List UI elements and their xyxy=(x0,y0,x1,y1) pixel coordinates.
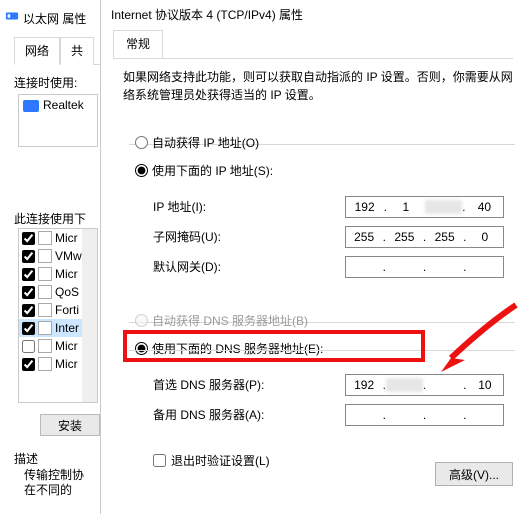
ipv4-properties-dialog: Internet 协议版本 4 (TCP/IPv4) 属性 常规 如果网络支持此… xyxy=(100,0,523,514)
item-checkbox[interactable] xyxy=(22,340,35,353)
gateway-input[interactable]: ... xyxy=(345,256,504,278)
item-checkbox[interactable] xyxy=(22,268,35,281)
item-checkbox[interactable] xyxy=(22,304,35,317)
label-dns2: 备用 DNS 服务器(A): xyxy=(153,406,303,423)
tab-network[interactable]: 网络 xyxy=(14,37,60,65)
scrollbar[interactable] xyxy=(82,229,97,402)
row-mask: 子网掩码(U): xyxy=(153,228,303,245)
radio-use-dns-input[interactable] xyxy=(135,342,148,355)
protocol-icon xyxy=(38,285,52,299)
validate-checkbox[interactable] xyxy=(153,454,166,467)
radio-auto-dns-input xyxy=(135,314,148,327)
radio-auto-dns: 自动获得 DNS 服务器地址(B) xyxy=(135,312,308,329)
protocol-icon xyxy=(38,231,52,245)
nic-icon xyxy=(23,100,39,112)
protocol-icon xyxy=(38,321,52,335)
item-checkbox[interactable] xyxy=(22,250,35,263)
row-ip: IP 地址(I): xyxy=(153,198,303,215)
item-checkbox[interactable] xyxy=(22,358,35,371)
item-checkbox[interactable] xyxy=(22,232,35,245)
radio-use-ip[interactable]: 使用下面的 IP 地址(S): xyxy=(135,162,273,179)
radio-auto-ip-input[interactable] xyxy=(135,136,148,149)
label-gateway: 默认网关(D): xyxy=(153,258,303,275)
dialog-tabs: 常规 xyxy=(113,30,513,59)
alternate-dns-input[interactable]: ... xyxy=(345,404,504,426)
row-dns2: 备用 DNS 服务器(A): xyxy=(153,406,303,423)
item-checkbox[interactable] xyxy=(22,322,35,335)
validate-on-exit[interactable]: 退出时验证设置(L) xyxy=(153,452,270,469)
ethernet-tabs: 网络 共 xyxy=(14,36,104,65)
label-ip: IP 地址(I): xyxy=(153,198,303,215)
adapter-name: Realtek xyxy=(43,98,84,112)
row-gateway: 默认网关(D): xyxy=(153,258,303,275)
row-dns1: 首选 DNS 服务器(P): xyxy=(153,376,303,393)
ip-address-input[interactable]: 192. 1 . 40 xyxy=(345,196,504,218)
label-mask: 子网掩码(U): xyxy=(153,228,303,245)
protocol-icon xyxy=(38,249,52,263)
protocol-icon xyxy=(38,339,52,353)
label-items-used: 此连接使用下 xyxy=(14,210,86,227)
tab-sharing[interactable]: 共 xyxy=(60,37,94,65)
annotation-arrow-icon xyxy=(431,300,521,380)
protocol-list[interactable]: Micr VMw Micr QoS Forti Inter Micr Micr xyxy=(18,228,98,403)
label-dns1: 首选 DNS 服务器(P): xyxy=(153,376,303,393)
intro-text: 如果网络支持此功能，则可以获取自动指派的 IP 设置。否则，你需要从网络系统管理… xyxy=(123,68,513,104)
item-checkbox[interactable] xyxy=(22,286,35,299)
radio-use-ip-input[interactable] xyxy=(135,164,148,177)
redacted xyxy=(386,378,422,392)
groupbox-line xyxy=(129,350,515,351)
dialog-title: Internet 协议版本 4 (TCP/IPv4) 属性 xyxy=(111,6,303,23)
install-button[interactable]: 安装 xyxy=(40,414,100,436)
subnet-mask-input[interactable]: 255. 255. 255. 0 xyxy=(345,226,504,248)
protocol-icon xyxy=(38,303,52,317)
preferred-dns-input[interactable]: 192. . . 10 xyxy=(345,374,504,396)
adapter-box[interactable]: Realtek xyxy=(18,94,98,147)
ethernet-icon xyxy=(5,9,19,23)
radio-use-dns[interactable]: 使用下面的 DNS 服务器地址(E): xyxy=(135,340,323,357)
advanced-button[interactable]: 高级(V)... xyxy=(435,462,513,486)
tab-general[interactable]: 常规 xyxy=(113,30,163,58)
protocol-icon xyxy=(38,357,52,371)
radio-auto-ip[interactable]: 自动获得 IP 地址(O) xyxy=(135,134,259,151)
label-connect-using: 连接时使用: xyxy=(14,74,77,91)
ethernet-window-title: 以太网 属性 xyxy=(23,10,86,27)
protocol-icon xyxy=(38,267,52,281)
label-description: 描述 xyxy=(14,450,38,467)
redacted xyxy=(425,200,462,214)
description-text: 传输控制协 在不同的 xyxy=(24,468,99,498)
